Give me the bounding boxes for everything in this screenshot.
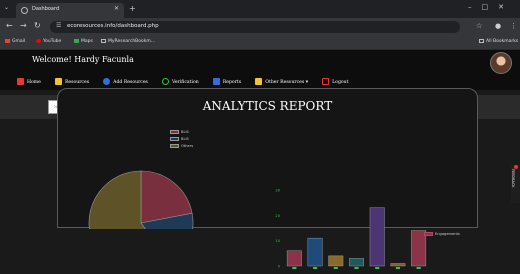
nav-item-other-resources[interactable]: Other Resources ▾ — [255, 78, 308, 85]
back-icon[interactable]: ← — [6, 21, 13, 30]
tab-close-icon[interactable]: ✕ — [114, 5, 119, 12]
site-header: Welcome! Hardy Facunla Home Resources Ad… — [0, 50, 520, 90]
home-icon — [17, 78, 24, 85]
browser-tab-bar: ⌄ Dashboard ✕ + –□✕ — [0, 0, 520, 18]
maps-icon — [74, 39, 79, 43]
y-tick-label: 10 — [275, 239, 280, 243]
x-tick-mark — [395, 267, 400, 269]
welcome-text: Welcome! Hardy Facunla — [32, 55, 134, 64]
avatar[interactable] — [490, 52, 512, 74]
folder-icon — [255, 78, 263, 85]
pie-legend-label: BLIS — [181, 137, 189, 141]
browser-menu-icon[interactable]: ⋮ — [510, 22, 517, 30]
y-tick-label: 0 — [278, 265, 281, 269]
folder-icon — [101, 39, 106, 43]
bar-chart-area: 0 10 20 30 — [270, 186, 450, 274]
forward-icon[interactable]: → — [20, 21, 27, 30]
window-controls[interactable]: –□✕ — [468, 3, 514, 11]
check-icon — [162, 78, 170, 85]
bar — [307, 237, 323, 267]
nav-item-resources[interactable]: Resources — [54, 78, 89, 85]
feedback-label: FEEDBACK — [511, 169, 515, 188]
pie-legend-swatch — [170, 144, 179, 148]
logout-icon — [322, 78, 330, 85]
bar — [328, 255, 344, 267]
tab-favicon-icon — [21, 7, 28, 14]
new-tab-icon[interactable]: + — [129, 4, 136, 13]
bookmark-star-icon[interactable]: ☆ — [476, 22, 482, 30]
pie-legend-swatch — [170, 137, 179, 141]
tab-search-icon[interactable]: ⌄ — [4, 4, 9, 11]
bookmarks-bar: Gmail YouTube Maps MyResearchBookm... Al… — [0, 36, 520, 50]
x-tick-mark — [354, 267, 359, 269]
nav-item-logout[interactable]: Logout — [322, 78, 348, 85]
bookmark-youtube[interactable]: YouTube — [36, 39, 61, 44]
browser-tab[interactable]: Dashboard ✕ — [16, 3, 124, 18]
bookmark-maps[interactable]: Maps — [74, 39, 93, 44]
bar-legend: Engagements — [424, 232, 460, 236]
extensions-icon[interactable]: ● — [495, 22, 501, 30]
pie-legend-item: BLIS — [170, 137, 189, 141]
all-bookmarks[interactable]: All Bookmarks — [479, 39, 518, 44]
nav-item-reports[interactable]: Reports — [212, 78, 241, 85]
nav-item-verification[interactable]: Verification — [162, 78, 199, 85]
pie-legend-item: Others — [170, 144, 193, 148]
bar — [390, 263, 406, 267]
x-tick-mark — [333, 267, 338, 269]
bar — [286, 250, 302, 267]
nav-item-home[interactable]: Home — [17, 78, 41, 85]
bookmark-research[interactable]: MyResearchBookm... — [101, 39, 155, 44]
book-icon — [54, 78, 62, 85]
tab-title: Dashboard — [32, 6, 60, 12]
bar-legend-label: Engagements — [435, 232, 460, 236]
bar-chart: 0 10 20 30 — [275, 189, 427, 269]
folder-icon — [479, 39, 484, 43]
address-bar: ← → ↻ ☰ ecoresources.info/dashboard.php … — [0, 18, 520, 36]
bar — [349, 258, 364, 267]
pie-legend-label: Others — [181, 144, 194, 148]
url-field[interactable]: ☰ ecoresources.info/dashboard.php — [50, 21, 460, 33]
x-tick-mark — [292, 267, 297, 269]
nav-item-add-resources[interactable]: Add Resources — [103, 78, 148, 85]
pie-legend-item: BLIS — [170, 130, 189, 134]
bar — [369, 207, 385, 267]
pie-legend-label: BLIS — [181, 130, 189, 134]
youtube-icon — [36, 39, 41, 43]
site-info-icon[interactable]: ☰ — [56, 22, 61, 29]
report-icon — [212, 78, 220, 85]
add-icon — [103, 78, 111, 85]
feedback-tab[interactable]: FEEDBACK — [511, 165, 520, 203]
reload-icon[interactable]: ↻ — [34, 21, 41, 30]
pie-legend-swatch — [170, 130, 179, 134]
y-tick-label: 20 — [275, 214, 280, 218]
url-text: ecoresources.info/dashboard.php — [67, 23, 159, 29]
gmail-icon — [5, 39, 10, 43]
y-tick-label: 30 — [275, 189, 280, 193]
x-tick-mark — [375, 267, 380, 269]
report-title: ANALYTICS REPORT — [202, 99, 333, 113]
bookmark-gmail[interactable]: Gmail — [5, 39, 25, 44]
main-nav: Home Resources Add Resources Verificatio… — [17, 71, 357, 85]
bar-legend-swatch — [424, 232, 433, 236]
x-tick-mark — [313, 267, 318, 269]
x-tick-mark — [416, 267, 421, 269]
